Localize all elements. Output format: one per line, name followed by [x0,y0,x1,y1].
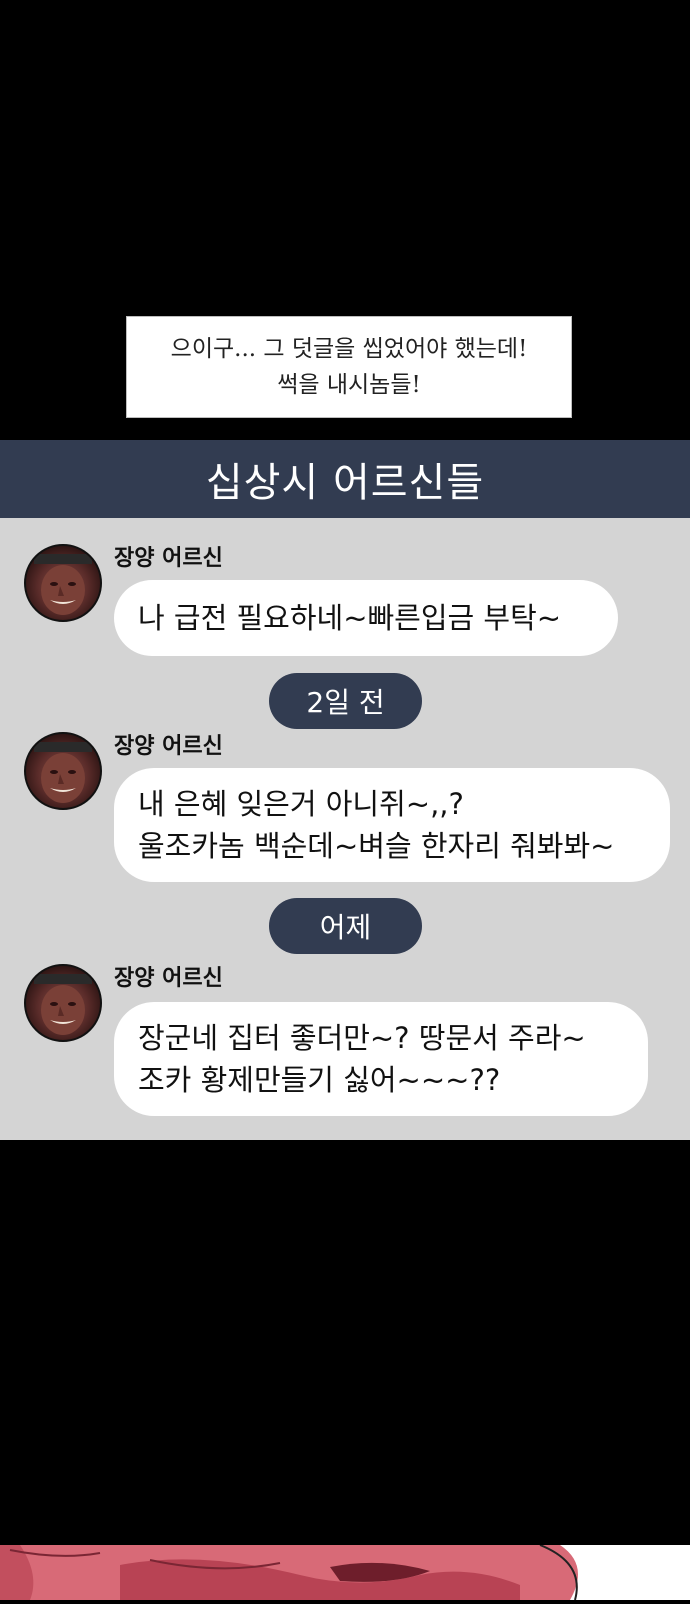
narration-line-1: 으이구... 그 덧글을 씹었어야 했는데! [170,336,528,362]
avatar-face-icon [34,554,92,615]
sender-name: 장양 어르신 [114,966,223,991]
narration-line-2: 썩을 내시놈들! [277,372,421,398]
message-text: 조카 황제만들기 싫어~~~?? [138,1063,501,1097]
sender-avatar [24,964,102,1042]
avatar-face-icon [34,742,92,803]
date-divider: 어제 [269,898,422,954]
chat-title: 십상시 어르신들 [0,440,690,518]
sender-avatar [24,732,102,810]
narration-box: 으이구... 그 덧글을 씹었어야 했는데! 썩을 내시놈들! [126,316,572,418]
message-text: 장군네 집터 좋더만~? 땅문서 주라~ [138,1021,586,1055]
sender-name: 장양 어르신 [114,546,223,571]
message-bubble: 내 은혜 잊은거 아니쥐~,,? 울조카놈 백순데~벼슬 한자리 줘봐봐~ [114,768,670,882]
sender-avatar [24,544,102,622]
message-text: 나 급전 필요하네~빠른입금 부탁~ [138,601,562,635]
avatar-face-icon [34,974,92,1035]
message-text: 내 은혜 잊은거 아니쥐~,,? [138,787,464,821]
message-bubble: 나 급전 필요하네~빠른입금 부탁~ [114,580,618,656]
message-text: 울조카놈 백순데~벼슬 한자리 줘봐봐~ [138,829,615,863]
date-divider: 2일 전 [269,673,422,729]
sender-name: 장양 어르신 [114,734,223,759]
illustration-art [0,1544,690,1601]
message-bubble: 장군네 집터 좋더만~? 땅문서 주라~ 조카 황제만들기 싫어~~~?? [114,1002,648,1116]
next-panel-illustration [0,1544,690,1601]
group-chat-panel: 십상시 어르신들 장양 어르신 나 급전 필요하네~빠른입금 부탁~ 2일 전 … [0,440,690,1140]
